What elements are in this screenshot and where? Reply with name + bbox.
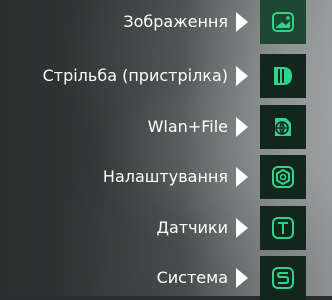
shooting-icon xyxy=(270,63,296,89)
menu-tile[interactable] xyxy=(260,105,306,149)
menu-tile[interactable] xyxy=(260,54,306,98)
image-icon xyxy=(270,9,296,35)
settings-icon xyxy=(270,164,296,190)
menu-item-label: Налаштування xyxy=(102,167,228,186)
menu-item-system[interactable]: Система xyxy=(0,256,332,300)
arrow-right-icon xyxy=(236,66,248,86)
menu-tile[interactable] xyxy=(260,256,306,300)
arrow-right-icon xyxy=(236,12,248,32)
menu-item-label: Wlan+File xyxy=(147,117,228,136)
menu-item-label: Стрільба (пристрілка) xyxy=(42,66,228,85)
arrow-right-icon xyxy=(236,117,248,137)
menu-item-label: Зображення xyxy=(123,12,228,31)
main-menu: Зображення Стрільба (пристрілка) Wlan+Fi… xyxy=(0,0,332,300)
menu-item-wlan-file[interactable]: Wlan+File xyxy=(0,105,332,149)
menu-item-sensors[interactable]: Датчики xyxy=(0,206,332,250)
arrow-right-icon xyxy=(236,167,248,187)
menu-tile[interactable] xyxy=(260,206,306,250)
menu-item-shooting[interactable]: Стрільба (пристрілка) xyxy=(0,54,332,98)
wlan-file-icon xyxy=(270,114,296,140)
system-icon xyxy=(270,265,296,291)
menu-item-label: Система xyxy=(156,268,228,287)
arrow-right-icon xyxy=(236,218,248,238)
menu-item-label: Датчики xyxy=(156,218,228,237)
arrow-right-icon xyxy=(236,268,248,288)
menu-item-image[interactable]: Зображення xyxy=(0,0,332,44)
menu-item-settings[interactable]: Налаштування xyxy=(0,155,332,199)
menu-tile[interactable] xyxy=(260,155,306,199)
menu-tile[interactable] xyxy=(260,0,306,44)
sensors-icon xyxy=(270,215,296,241)
